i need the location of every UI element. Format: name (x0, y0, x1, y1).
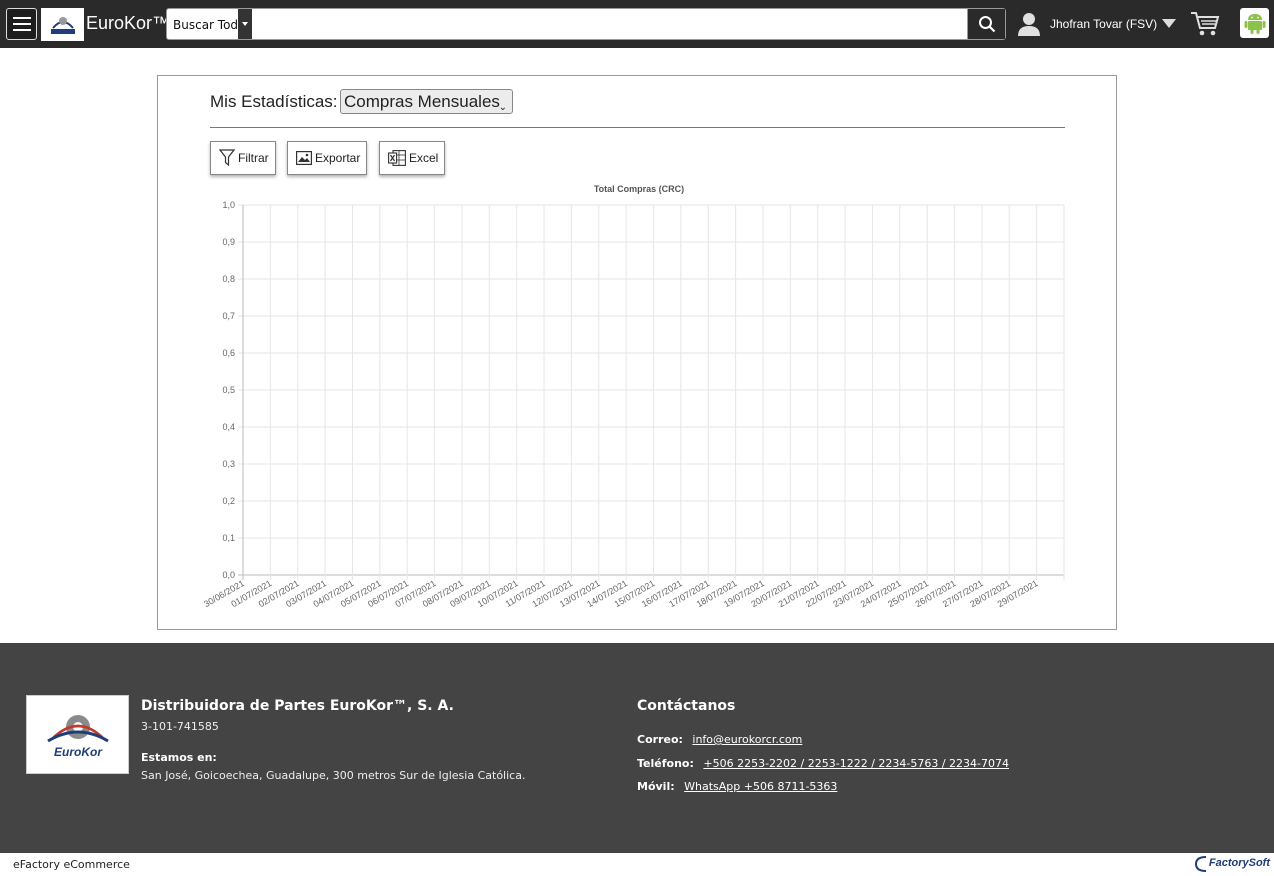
y-tick-label: 0,4 (222, 422, 235, 432)
menu-icon (12, 17, 31, 19)
whatsapp-link[interactable]: WhatsApp +506 8711-5363 (684, 780, 837, 793)
image-icon (296, 151, 312, 165)
footer: EuroKor Distribuidora de Partes EuroKor™… (0, 643, 1274, 853)
contact-mobile-row: Móvil: WhatsApp +506 8711-5363 (637, 780, 837, 793)
contact-phone-row: Teléfono: +506 2253-2202 / 2253-1222 / 2… (637, 757, 1009, 770)
hamburger-menu-button[interactable] (6, 8, 37, 40)
y-tick-label: 0,1 (222, 533, 235, 543)
filter-icon (219, 149, 235, 167)
mobile-label: Móvil: (637, 780, 675, 793)
cart-icon[interactable] (1190, 10, 1220, 38)
statistics-label: Mis Estadísticas: (210, 92, 338, 111)
factorysoft-logo-icon (1194, 856, 1206, 872)
search-icon (978, 16, 995, 33)
user-menu-chevron-icon[interactable] (1162, 19, 1176, 28)
export-button[interactable]: Exportar (287, 141, 368, 175)
report-type-value: Compras Mensuales (344, 92, 500, 111)
chart-title: Total Compras (CRC) (594, 184, 684, 194)
export-button-label: Exportar (315, 151, 361, 165)
email-link[interactable]: info@eurokorcr.com (692, 733, 802, 746)
statistics-panel: Mis Estadísticas: Compras Mensuales ⌄ Fi… (157, 75, 1117, 630)
location-label: Estamos en: (141, 751, 217, 764)
company-legal-id: 3-101-741585 (141, 720, 219, 733)
excel-button[interactable]: Excel (379, 141, 446, 175)
y-tick-label: 0,7 (222, 311, 235, 321)
chevron-down-icon: ⌄ (498, 102, 507, 113)
user-name[interactable]: Jhofran Tovar (FSV) (1050, 17, 1157, 31)
y-tick-label: 1,0 (222, 200, 235, 210)
top-navbar: EuroKor™ Buscar Todo Jhofran Tovar (FSV) (0, 0, 1274, 48)
factorysoft-logo-text: FactorySoft (1208, 857, 1270, 869)
phone-label: Teléfono: (637, 757, 694, 770)
footer-logo-text: EuroKor (54, 745, 103, 759)
scope-dropdown-icon[interactable] (238, 9, 252, 39)
contact-email-row: Correo: info@eurokorcr.com (637, 733, 802, 746)
company-name: Distribuidora de Partes EuroKor™, S. A. (141, 698, 454, 714)
android-icon (1244, 14, 1265, 34)
y-tick-label: 0,0 (222, 570, 235, 580)
y-tick-label: 0,3 (222, 459, 235, 469)
bottom-bar: eFactory eCommerce FactorySoft (0, 853, 1274, 876)
footer-logo: EuroKor (26, 695, 129, 774)
android-app-button[interactable] (1240, 8, 1269, 38)
search-bar: Buscar Todo (166, 8, 1006, 40)
x-axis-ticks: 30/06/202101/07/202102/07/202103/07/2021… (202, 578, 1040, 609)
y-tick-label: 0,2 (222, 496, 235, 506)
divider (210, 127, 1065, 128)
user-icon[interactable] (1016, 11, 1042, 37)
y-axis-ticks: 0,0 0,1 0,2 0,3 0,4 0,5 0,6 0,7 0,8 0,9 1,0 (222, 200, 235, 580)
search-button[interactable] (967, 9, 1005, 39)
y-tick-label: 0,5 (222, 385, 235, 395)
factorysoft-logo[interactable]: FactorySoft (1194, 854, 1270, 872)
brand-logo[interactable] (41, 8, 84, 41)
filter-button[interactable]: Filtrar (210, 141, 276, 175)
y-tick-label: 0,6 (222, 348, 235, 358)
email-label: Correo: (637, 733, 683, 746)
report-type-select[interactable]: Compras Mensuales ⌄ (340, 89, 513, 114)
total-purchases-chart: Total Compras (CRC) 0,00,10,20,30,40,50,… (202, 184, 1065, 609)
company-address: San José, Goicoechea, Guadalupe, 300 met… (141, 769, 526, 782)
excel-icon (388, 150, 406, 166)
y-tick-label: 0,8 (222, 274, 235, 284)
eurokor-logo-icon: EuroKor (46, 714, 109, 759)
excel-button-label: Excel (409, 151, 439, 165)
search-input[interactable] (253, 9, 969, 39)
filter-button-label: Filtrar (238, 151, 269, 165)
platform-name: eFactory eCommerce (13, 858, 130, 871)
y-tick-label: 0,9 (222, 237, 235, 247)
contact-title: Contáctanos (637, 698, 736, 714)
phone-link[interactable]: +506 2253-2202 / 2253-1222 / 2234-5763 /… (703, 757, 1009, 770)
eurokor-logo-icon (50, 16, 75, 34)
chart-grid (238, 204, 1065, 580)
brand-name[interactable]: EuroKor™ (86, 13, 170, 34)
